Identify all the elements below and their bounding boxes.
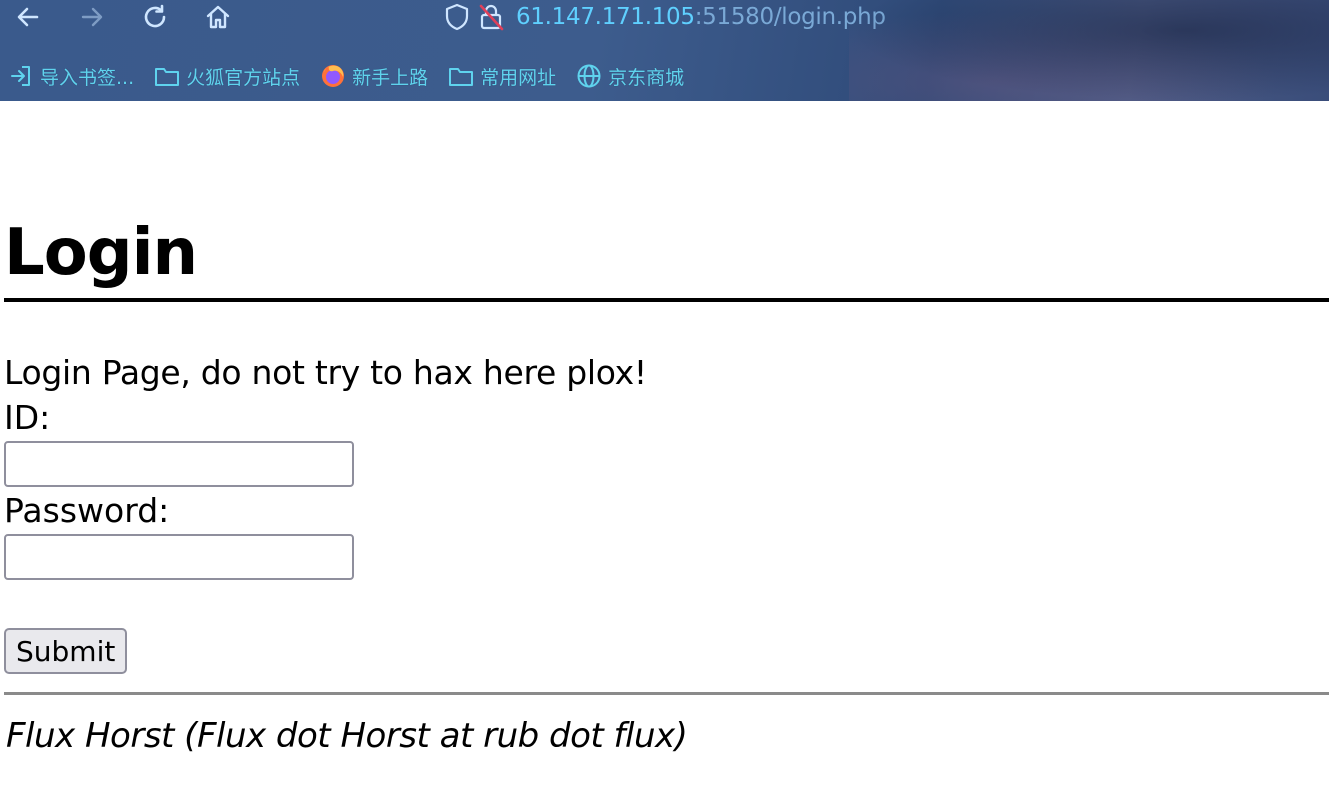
folder-icon (448, 63, 474, 89)
reload-button[interactable] (135, 0, 175, 34)
url-bar[interactable]: 61.147.171.105:51580/login.php (440, 0, 1060, 34)
bookmark-label: 京东商城 (608, 66, 685, 89)
url-path: :51580/login.php (694, 4, 886, 30)
url-host: 61.147.171.105 (516, 4, 695, 30)
globe-icon (576, 63, 602, 89)
home-icon (204, 3, 232, 31)
bookmark-label: 新手上路 (352, 66, 429, 89)
firefox-icon (320, 63, 346, 89)
page-content: Login Login Page, do not try to hax here… (0, 101, 1329, 808)
shield-icon[interactable] (440, 0, 474, 34)
bookmark-firefox-official[interactable]: 火狐官方站点 (154, 63, 300, 90)
bookmark-import[interactable]: 导入书签... (8, 63, 134, 90)
bookmark-label: 导入书签... (40, 66, 135, 89)
browser-toolbar: 61.147.171.105:51580/login.php 导入书签... 火… (0, 0, 1329, 101)
reload-icon (141, 3, 169, 31)
bookmark-common-sites[interactable]: 常用网址 (448, 63, 556, 90)
password-label: Password: (4, 491, 170, 530)
id-label: ID: (4, 398, 51, 437)
arrow-right-icon (79, 4, 105, 30)
bookmark-jd-mall[interactable]: 京东商城 (576, 63, 684, 90)
insecure-lock-icon[interactable] (474, 0, 508, 34)
url-text[interactable]: 61.147.171.105:51580/login.php (516, 4, 886, 30)
back-button[interactable] (8, 0, 48, 34)
forward-button[interactable] (72, 0, 112, 34)
submit-button[interactable]: Submit (4, 628, 128, 674)
footer-divider (4, 692, 1329, 695)
intro-text: Login Page, do not try to hax here plox! (4, 353, 647, 392)
author-signature: Flux Horst (Flux dot Horst at rub dot fl… (6, 716, 688, 756)
page-title: Login (4, 216, 198, 290)
title-divider (4, 298, 1329, 302)
bookmark-getting-started[interactable]: 新手上路 (320, 63, 428, 90)
folder-icon (154, 63, 180, 89)
bookmark-label: 常用网址 (480, 66, 557, 89)
arrow-left-icon (15, 4, 41, 30)
id-input[interactable] (4, 441, 354, 487)
password-input[interactable] (4, 534, 354, 580)
home-button[interactable] (198, 0, 238, 34)
import-icon (8, 63, 34, 89)
bookmarks-bar: 导入书签... 火狐官方站点 新手上路 常用网址 京东商城 (0, 58, 704, 94)
bookmark-label: 火狐官方站点 (186, 66, 301, 89)
